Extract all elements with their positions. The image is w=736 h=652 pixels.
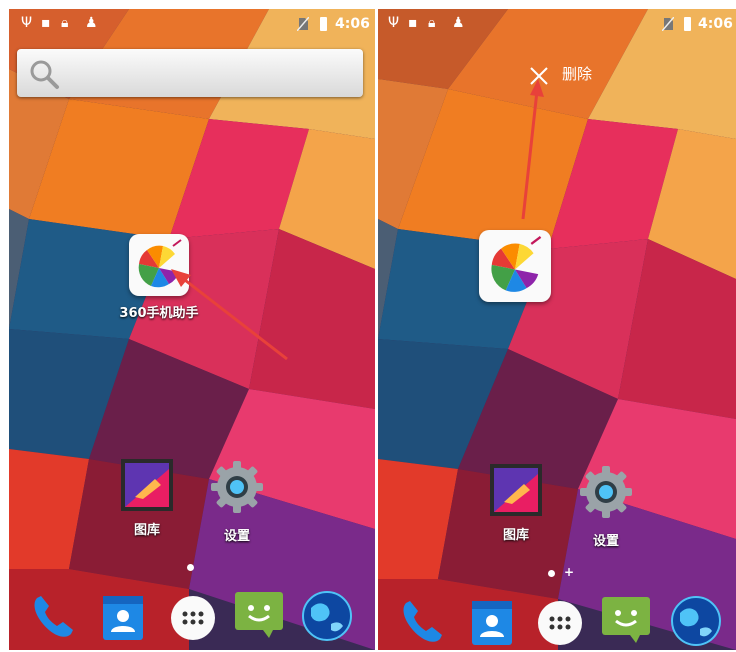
wallpaper [9,9,375,650]
remove-label: 删除 [562,65,593,83]
dragged-app-360[interactable] [478,230,552,302]
browser-globe-icon[interactable] [301,590,353,642]
no-sim-icon [662,17,674,31]
debug-icon: ♟ [452,15,465,31]
status-time: 4:06 [335,16,370,32]
sd-card-icon: ▪ [41,15,51,31]
sd-card-icon: ▪ [408,15,418,31]
gallery-icon [121,459,173,511]
app-gallery[interactable]: 图库 [476,464,556,543]
usb-icon: Ψ [21,15,33,31]
wallpaper [378,9,736,650]
remove-drop-target[interactable]: 删除 [378,39,736,99]
lock-icon: 🔒︎ [428,15,436,31]
contacts-icon[interactable] [97,592,149,644]
360-app-store-icon [129,234,189,296]
search-bar[interactable] [17,49,363,97]
app-shortcut-360[interactable]: 360手机助手 [99,234,219,321]
contacts-icon[interactable] [466,597,518,649]
app-gallery-label: 图库 [133,523,160,538]
phone-icon[interactable] [27,592,79,644]
settings-gear-icon [211,461,263,513]
app-settings-label: 设置 [592,534,619,549]
usb-icon: Ψ [388,15,400,31]
messaging-icon[interactable] [233,588,285,640]
close-icon [530,67,548,85]
no-sim-icon [297,17,309,31]
page-indicator-dot [187,564,194,571]
app-drawer-icon[interactable] [167,592,219,644]
settings-gear-icon [580,466,632,518]
dock [378,589,736,650]
app-shortcut-label: 360手机助手 [119,306,199,321]
app-settings[interactable]: 设置 [566,464,646,549]
battery-icon [320,17,327,31]
page-indicator-dot [548,570,555,577]
status-bar: Ψ ▪ 🔒︎ ♟ 4:06 [9,9,375,39]
app-drawer-icon[interactable] [534,597,586,649]
gallery-icon [490,464,542,516]
home-screen-right: Ψ ▪ 🔒︎ ♟ 4:06 删除 图库 设置 + [378,9,736,650]
browser-globe-icon[interactable] [670,595,722,647]
app-gallery[interactable]: 图库 [107,459,187,538]
status-bar: Ψ ▪ 🔒︎ ♟ 4:06 [378,9,736,39]
status-time: 4:06 [698,16,733,32]
lock-icon: 🔒︎ [61,15,69,31]
home-screen-left: Ψ ▪ 🔒︎ ♟ 4:06 360手机助手 图库 设置 [9,9,375,650]
debug-icon: ♟ [85,15,98,31]
phone-icon[interactable] [396,597,448,649]
dock [9,584,375,650]
app-settings[interactable]: 设置 [197,459,277,544]
battery-icon [684,17,691,31]
app-settings-label: 设置 [223,529,250,544]
messaging-icon[interactable] [600,593,652,645]
app-gallery-label: 图库 [502,528,529,543]
360-app-store-icon [479,230,551,302]
page-indicator-plus: + [564,565,575,579]
search-icon [30,60,59,89]
